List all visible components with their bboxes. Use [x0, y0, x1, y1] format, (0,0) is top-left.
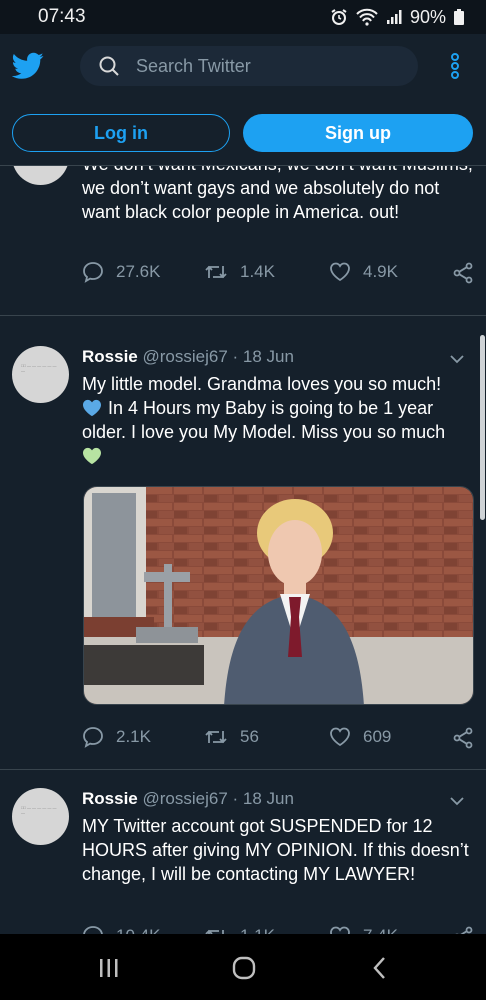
system-navigation-bar: [0, 934, 486, 1000]
like-count: 7.4K: [363, 926, 398, 934]
author-handle[interactable]: @rossiej67: [142, 347, 227, 366]
wifi-icon: [356, 8, 378, 26]
back-icon[interactable]: [372, 956, 388, 980]
scrollbar[interactable]: [480, 335, 485, 520]
reply-count: 2.1K: [116, 727, 151, 746]
tweet-feed[interactable]: □□ — — — — — — — We don’t want Mexicans,…: [0, 166, 486, 934]
status-time: 07:43: [38, 6, 86, 27]
reply-icon: [83, 262, 103, 283]
search-placeholder: Search Twitter: [136, 55, 251, 76]
tweet-text: MY Twitter account got SUSPENDED for 12 …: [82, 816, 469, 884]
photo-boy-brick-wall: [84, 487, 473, 704]
like-button[interactable]: 7.4K: [329, 925, 398, 934]
alarm-icon: [331, 9, 347, 25]
tweet-actions: 10.4K 1.1K 7.4K: [82, 925, 474, 934]
tweet-2[interactable]: □□ — — — — — — — Rossie @rossiej67 · 18 …: [0, 316, 486, 770]
tweet-text: My little model. Grandma loves you so mu…: [82, 372, 474, 468]
reply-button[interactable]: 27.6K: [82, 261, 160, 283]
top-bar: Search Twitter: [0, 34, 486, 98]
signup-button[interactable]: Sign up: [243, 114, 473, 152]
like-count: 609: [363, 727, 392, 746]
avatar[interactable]: □□ — — — — — — —: [12, 788, 69, 845]
share-icon[interactable]: [452, 727, 474, 749]
like-count: 4.9K: [363, 262, 398, 281]
like-button[interactable]: 609: [329, 726, 391, 748]
heart-icon: [330, 262, 350, 282]
green-heart-icon: [83, 447, 101, 465]
chevron-down-icon[interactable]: [450, 794, 464, 808]
author-handle[interactable]: @rossiej67: [142, 789, 227, 808]
tweet-3[interactable]: □□ — — — — — — — Rossie @rossiej67 · 18 …: [0, 770, 486, 934]
tweet-photo[interactable]: [83, 486, 474, 705]
heart-icon: [330, 926, 350, 934]
search-input[interactable]: Search Twitter: [80, 46, 418, 86]
heart-icon: [330, 727, 350, 747]
retweet-count: 1.4K: [240, 262, 275, 281]
tweet-date[interactable]: · 18 Jun: [233, 347, 294, 366]
reply-count: 10.4K: [116, 926, 160, 934]
search-icon: [99, 56, 119, 76]
battery-icon: [454, 9, 464, 25]
home-icon[interactable]: [232, 956, 256, 980]
retweet-icon: [205, 265, 227, 279]
retweet-icon: [205, 929, 224, 934]
tweet-date[interactable]: · 18 Jun: [233, 789, 294, 808]
reply-icon: [83, 926, 103, 934]
retweet-button[interactable]: 1.1K: [204, 925, 275, 934]
like-button[interactable]: 4.9K: [329, 261, 398, 283]
share-icon[interactable]: [452, 926, 474, 934]
chevron-down-icon[interactable]: [450, 352, 464, 366]
more-options-icon[interactable]: [446, 52, 464, 80]
battery-level: 90%: [409, 6, 446, 27]
twitter-logo-icon[interactable]: [12, 52, 44, 80]
signal-icon: [386, 10, 402, 24]
reply-button[interactable]: 10.4K: [82, 925, 160, 934]
avatar[interactable]: □□ — — — — — — —: [12, 166, 69, 185]
reply-icon: [83, 727, 103, 748]
status-icons: 90%: [330, 7, 464, 28]
status-bar: 07:43 90%: [0, 0, 486, 34]
author-name[interactable]: Rossie: [82, 789, 138, 808]
tweet-actions: 2.1K 56 609: [82, 726, 474, 752]
auth-bar: Log in Sign up: [0, 98, 486, 166]
retweet-button[interactable]: 56: [204, 726, 259, 748]
retweet-icon: [205, 730, 227, 744]
tweet-text-line: My little model. Grandma loves you so mu…: [82, 374, 442, 394]
login-button[interactable]: Log in: [12, 114, 230, 152]
tweet-1[interactable]: □□ — — — — — — — We don’t want Mexicans,…: [0, 166, 486, 316]
reply-button[interactable]: 2.1K: [82, 726, 151, 748]
tweet-header: Rossie @rossiej67 · 18 Jun: [82, 789, 294, 809]
avatar[interactable]: □□ — — — — — — —: [12, 346, 69, 403]
share-icon[interactable]: [452, 262, 474, 284]
retweet-count: 1.1K: [240, 926, 275, 934]
reply-count: 27.6K: [116, 262, 161, 281]
tweet-actions: 27.6K 1.4K 4.9K: [82, 261, 474, 287]
blue-heart-icon: [83, 399, 101, 417]
tweet-text-line: In 4 Hours my Baby is going to be 1 year…: [82, 398, 446, 442]
tweet-text: We don’t want Mexicans, we don’t want Mu…: [82, 166, 473, 222]
retweet-button[interactable]: 1.4K: [204, 261, 275, 283]
retweet-count: 56: [240, 727, 259, 746]
recent-apps-icon[interactable]: [98, 958, 120, 978]
tweet-header: Rossie @rossiej67 · 18 Jun: [82, 347, 294, 367]
author-name[interactable]: Rossie: [82, 347, 138, 366]
